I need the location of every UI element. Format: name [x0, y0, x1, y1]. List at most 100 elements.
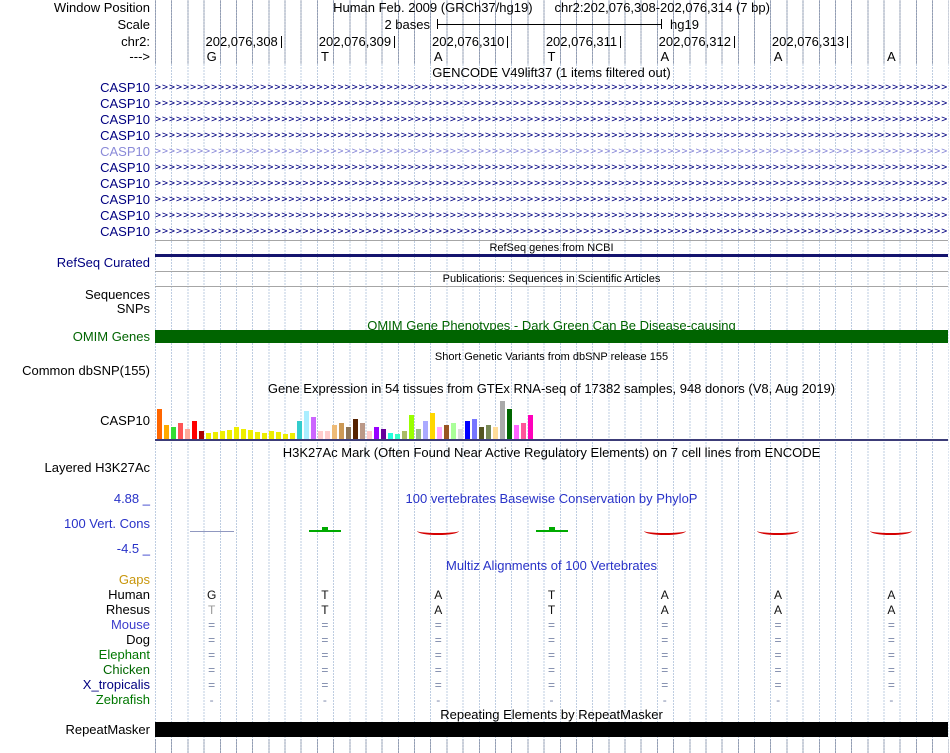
- gtex-expression-bar[interactable]: [346, 427, 351, 439]
- gtex-expression-bar[interactable]: [206, 433, 211, 439]
- gtex-expression-bar[interactable]: [199, 431, 204, 439]
- species-label-human[interactable]: Human: [0, 588, 150, 602]
- gencode-transcript[interactable]: >>>>>>>>>>>>>>>>>>>>>>>>>>>>>>>>>>>>>>>>…: [155, 130, 947, 142]
- refseq-dense-item[interactable]: [155, 254, 948, 257]
- gtex-expression-bar[interactable]: [325, 431, 330, 439]
- gtex-expression-bar[interactable]: [514, 425, 519, 439]
- gtex-expression-bar[interactable]: [185, 429, 190, 439]
- gtex-expression-bar[interactable]: [451, 423, 456, 439]
- gtex-expression-bar[interactable]: [388, 433, 393, 439]
- gtex-expression-bar[interactable]: [276, 432, 281, 439]
- gencode-transcript[interactable]: >>>>>>>>>>>>>>>>>>>>>>>>>>>>>>>>>>>>>>>>…: [155, 146, 947, 158]
- gtex-expression-bar[interactable]: [171, 427, 176, 439]
- gtex-expression-bar[interactable]: [262, 433, 267, 439]
- species-label-elephant[interactable]: Elephant: [0, 648, 150, 662]
- track-separator: [155, 286, 948, 287]
- gtex-expression-bar[interactable]: [269, 431, 274, 439]
- gtex-expression-bar[interactable]: [528, 415, 533, 439]
- gtex-expression-bar[interactable]: [213, 432, 218, 439]
- gtex-expression-bar[interactable]: [241, 429, 246, 439]
- gtex-expression-bar[interactable]: [353, 419, 358, 439]
- gencode-transcript[interactable]: >>>>>>>>>>>>>>>>>>>>>>>>>>>>>>>>>>>>>>>>…: [155, 194, 947, 206]
- species-label-mouse[interactable]: Mouse: [0, 618, 150, 632]
- species-label-dog[interactable]: Dog: [0, 633, 150, 647]
- species-label-x_tropicalis[interactable]: X_tropicalis: [0, 678, 150, 692]
- sequences-track-label[interactable]: Sequences: [0, 288, 150, 302]
- gtex-expression-bar[interactable]: [234, 427, 239, 439]
- snps-track-label[interactable]: SNPs: [0, 302, 150, 316]
- gtex-expression-bar[interactable]: [458, 429, 463, 439]
- omim-gene-bar[interactable]: [155, 330, 948, 343]
- gtex-expression-bar[interactable]: [416, 429, 421, 439]
- gtex-expression-bar[interactable]: [423, 421, 428, 439]
- species-label-gaps[interactable]: Gaps: [0, 573, 150, 587]
- species-label-rhesus[interactable]: Rhesus: [0, 603, 150, 617]
- gtex-expression-bar[interactable]: [500, 401, 505, 439]
- gencode-item-label[interactable]: CASP10: [0, 225, 150, 239]
- gtex-expression-bar[interactable]: [465, 421, 470, 439]
- h3k27ac-track-label[interactable]: Layered H3K27Ac: [0, 461, 150, 475]
- gtex-expression-bar[interactable]: [255, 432, 260, 439]
- gencode-item-label[interactable]: CASP10: [0, 97, 150, 111]
- gtex-expression-bar[interactable]: [220, 431, 225, 439]
- gtex-expression-bar[interactable]: [395, 434, 400, 439]
- gencode-transcript[interactable]: >>>>>>>>>>>>>>>>>>>>>>>>>>>>>>>>>>>>>>>>…: [155, 82, 947, 94]
- gencode-item-label[interactable]: CASP10: [0, 193, 150, 207]
- gtex-expression-bar[interactable]: [472, 419, 477, 439]
- gtex-expression-bar[interactable]: [192, 421, 197, 439]
- gtex-expression-bar[interactable]: [283, 434, 288, 439]
- gencode-item-label[interactable]: CASP10: [0, 129, 150, 143]
- gtex-expression-bar[interactable]: [227, 430, 232, 439]
- gencode-transcript[interactable]: >>>>>>>>>>>>>>>>>>>>>>>>>>>>>>>>>>>>>>>>…: [155, 114, 947, 126]
- omim-track-label[interactable]: OMIM Genes: [0, 330, 150, 344]
- gtex-expression-bar[interactable]: [507, 409, 512, 439]
- gtex-expression-bar[interactable]: [297, 421, 302, 439]
- gtex-expression-bar[interactable]: [318, 431, 323, 439]
- gtex-expression-bar[interactable]: [164, 425, 169, 439]
- gencode-transcript[interactable]: >>>>>>>>>>>>>>>>>>>>>>>>>>>>>>>>>>>>>>>>…: [155, 210, 947, 222]
- repeatmasker-dense-bar[interactable]: [155, 722, 948, 737]
- species-label-zebrafish[interactable]: Zebrafish: [0, 693, 150, 707]
- gtex-expression-bar[interactable]: [339, 423, 344, 439]
- repeatmasker-track-label[interactable]: RepeatMasker: [0, 723, 150, 737]
- ruler-tick: [847, 36, 849, 48]
- gtex-expression-bar[interactable]: [178, 423, 183, 439]
- gtex-expression-bar[interactable]: [374, 427, 379, 439]
- gencode-item-label[interactable]: CASP10: [0, 209, 150, 223]
- gtex-expression-bar[interactable]: [332, 425, 337, 439]
- gtex-expression-bar[interactable]: [157, 409, 162, 439]
- refseq-track-label[interactable]: RefSeq Curated: [0, 256, 150, 270]
- gtex-expression-bar[interactable]: [367, 431, 372, 439]
- gtex-expression-bar[interactable]: [409, 415, 414, 439]
- ruler-coordinate: 202,076,311: [524, 35, 644, 49]
- gencode-item-label[interactable]: CASP10: [0, 145, 150, 159]
- gtex-expression-bar[interactable]: [360, 423, 365, 439]
- gtex-gene-label[interactable]: CASP10: [0, 414, 150, 428]
- gencode-transcript[interactable]: >>>>>>>>>>>>>>>>>>>>>>>>>>>>>>>>>>>>>>>>…: [155, 178, 947, 190]
- gencode-item-label[interactable]: CASP10: [0, 113, 150, 127]
- gencode-transcript[interactable]: >>>>>>>>>>>>>>>>>>>>>>>>>>>>>>>>>>>>>>>>…: [155, 226, 947, 238]
- gtex-expression-bar[interactable]: [444, 425, 449, 439]
- gtex-expression-bar[interactable]: [311, 417, 316, 439]
- gtex-expression-bar[interactable]: [304, 411, 309, 439]
- alignment-base: -: [662, 693, 667, 707]
- gtex-expression-bar[interactable]: [521, 423, 526, 439]
- gencode-item-label[interactable]: CASP10: [0, 81, 150, 95]
- gencode-item-label[interactable]: CASP10: [0, 177, 150, 191]
- gtex-expression-bar[interactable]: [430, 413, 435, 439]
- gtex-expression-bar[interactable]: [479, 427, 484, 439]
- gtex-expression-bar[interactable]: [493, 427, 498, 439]
- gtex-expression-bar[interactable]: [486, 425, 491, 439]
- gtex-expression-bar[interactable]: [248, 430, 253, 439]
- gtex-expression-bar[interactable]: [402, 431, 407, 439]
- gencode-transcript[interactable]: >>>>>>>>>>>>>>>>>>>>>>>>>>>>>>>>>>>>>>>>…: [155, 162, 947, 174]
- gencode-item-label[interactable]: CASP10: [0, 161, 150, 175]
- species-label-chicken[interactable]: Chicken: [0, 663, 150, 677]
- gencode-transcript[interactable]: >>>>>>>>>>>>>>>>>>>>>>>>>>>>>>>>>>>>>>>>…: [155, 98, 947, 110]
- dbsnp-track-label[interactable]: Common dbSNP(155): [0, 364, 150, 378]
- gtex-expression-bar[interactable]: [290, 433, 295, 439]
- alignment-base: A: [660, 588, 669, 602]
- gtex-expression-bar[interactable]: [381, 429, 386, 439]
- gtex-expression-bar[interactable]: [437, 427, 442, 439]
- conservation-track-label[interactable]: 100 Vert. Cons: [0, 517, 150, 531]
